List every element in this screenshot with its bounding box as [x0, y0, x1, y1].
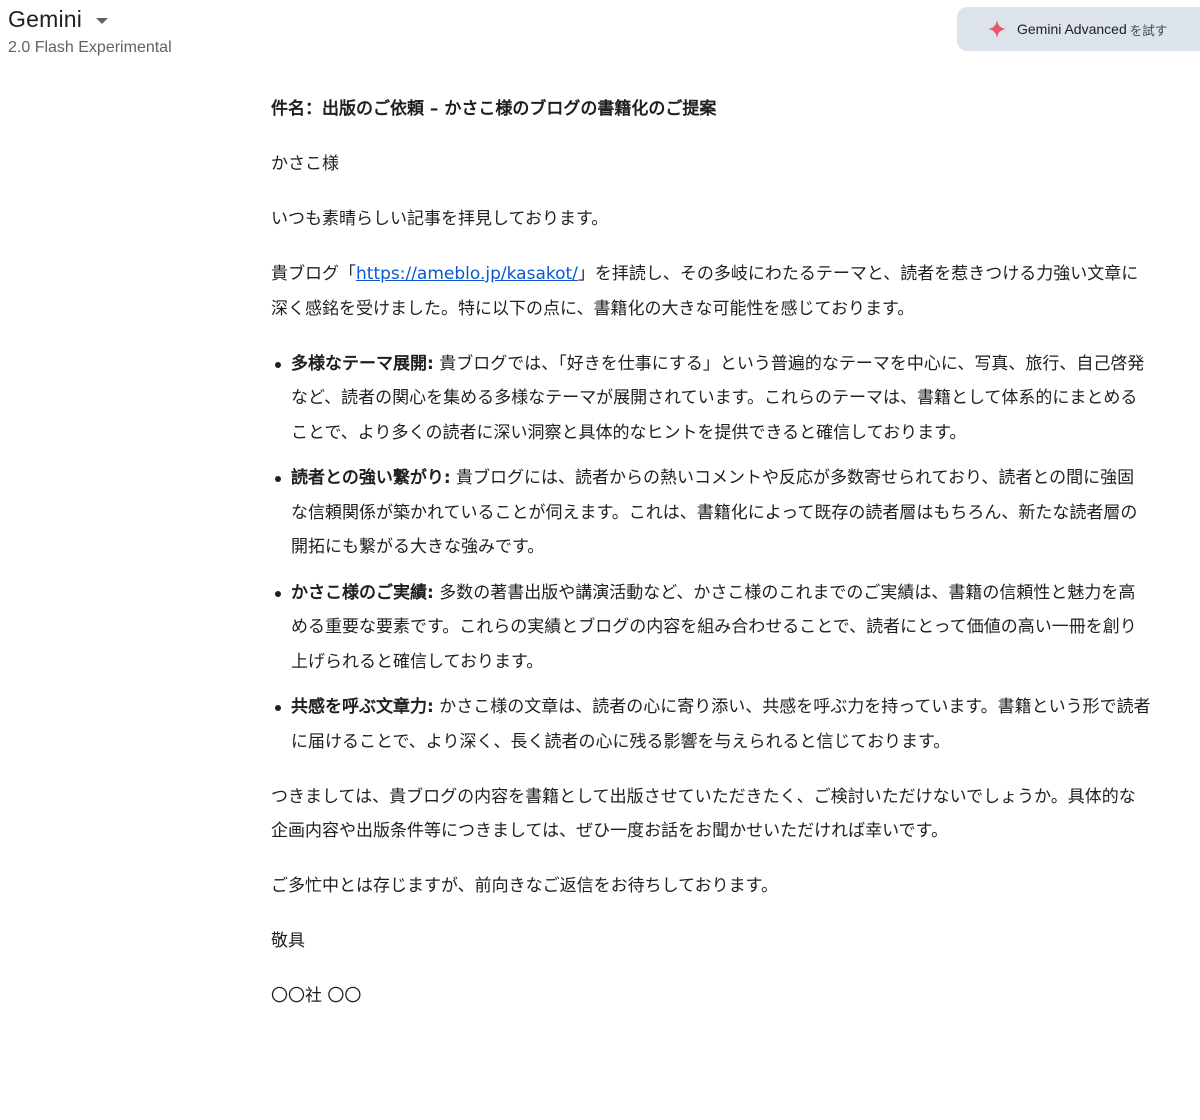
bullet-icon [275, 361, 281, 368]
point-title: 共感を呼ぶ文章力: [291, 697, 434, 717]
response-body: 件名：出版のご依頼 – かさこ様のブログの書籍化のご提案 かさこ様 いつも素晴ら… [271, 92, 1151, 1034]
email-signature: 〇〇社 〇〇 [271, 986, 362, 1006]
intro-text-start: 貴ブログ「 [271, 264, 356, 284]
email-closing: 敬具 [271, 931, 305, 951]
email-salutation: かさこ様 [271, 154, 339, 174]
email-request: つきましては、貴ブログの内容を書籍として出版させていただきたく、ご検討いただけな… [271, 786, 1136, 842]
chevron-down-icon[interactable] [96, 17, 109, 24]
point-title: 多様なテーマ展開: [291, 353, 434, 374]
sparkle-icon [987, 19, 1007, 39]
email-closing-request: ご多忙中とは存じますが、前向きなご返信をお待ちしております。 [271, 876, 778, 896]
try-gemini-advanced-button[interactable]: Gemini Advanced を試す [957, 7, 1200, 51]
app-title: Gemini [8, 6, 83, 32]
blog-link[interactable]: https://ameblo.jp/kasakot/ [356, 264, 578, 284]
list-item: 多様なテーマ展開: 貴ブログでは、「好きを仕事にする」という普遍的なテーマを中心… [271, 347, 1151, 451]
bullet-icon [275, 476, 281, 482]
bullet-icon [275, 590, 281, 597]
model-name: 2.0 Flash Experimental [8, 39, 172, 56]
point-title: かさこ様のご実績: [291, 582, 434, 603]
points-list: 多様なテーマ展開: 貴ブログでは、「好きを仕事にする」という普遍的なテーマを中心… [271, 347, 1151, 760]
bullet-icon [275, 705, 281, 711]
top-bar: Gemini 2.0 Flash Experimental Gemini Adv… [0, 0, 1200, 70]
point-title: 読者との強い繋がり: [291, 468, 451, 488]
list-item: 読者との強い繋がり: 貴ブログには、読者からの熱いコメントや反応が多数寄せられて… [271, 461, 1151, 565]
email-intro: 貴ブログ「https://ameblo.jp/kasakot/」を拝読し、その多… [271, 257, 1151, 326]
email-greeting: いつも素晴らしい記事を拝見しております。 [271, 209, 609, 229]
list-item: 共感を呼ぶ文章力: かさこ様の文章は、読者の心に寄り添い、共感を呼ぶ力を持ってい… [271, 690, 1151, 759]
list-item: かさこ様のご実績: 多数の著書出版や講演活動など、かさこ様のこれまでのご実績は、… [271, 576, 1151, 680]
model-switcher[interactable]: Gemini [8, 6, 109, 33]
email-subject: 件名：出版のご依頼 – かさこ様のブログの書籍化のご提案 [271, 99, 717, 119]
upgrade-label: Gemini Advanced [1017, 21, 1127, 37]
upgrade-suffix: を試す [1129, 22, 1168, 38]
